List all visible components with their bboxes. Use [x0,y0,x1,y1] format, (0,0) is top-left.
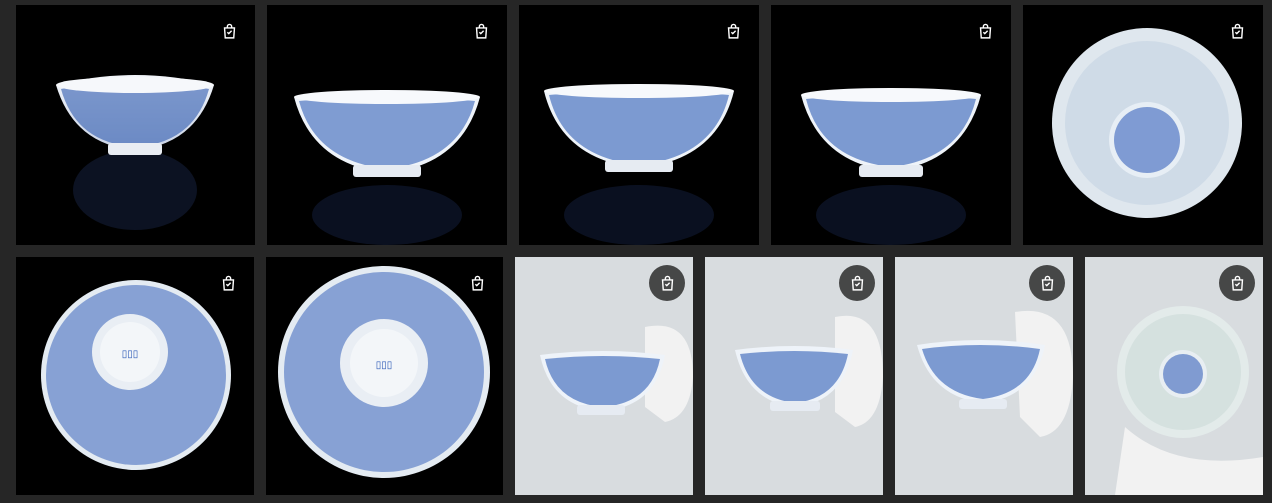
add-to-bag-button[interactable] [469,19,493,43]
bowl-photo: ▯▯▯ [41,280,231,470]
shopping-bag-icon [1041,275,1053,291]
shopping-bag-icon [979,23,991,39]
shopping-bag-icon [471,275,483,291]
add-to-bag-button[interactable] [1029,265,1065,301]
add-to-bag-button[interactable] [217,19,241,43]
gallery-tile[interactable] [705,257,883,495]
gallery-tile[interactable] [1023,5,1263,245]
gallery-tile[interactable] [895,257,1073,495]
add-to-bag-button[interactable] [839,265,875,301]
svg-text:▯▯▯: ▯▯▯ [376,360,393,371]
shopping-bag-icon [661,275,673,291]
add-to-bag-button[interactable] [649,265,685,301]
shopping-bag-icon [1231,23,1243,39]
shopping-bag-icon [851,275,863,291]
gallery-tile[interactable] [1085,257,1263,495]
add-to-bag-button[interactable] [216,271,240,295]
add-to-bag-button[interactable] [1225,19,1249,43]
add-to-bag-button[interactable] [721,19,745,43]
bowl-photo [544,84,734,245]
gallery-tile[interactable]: ▯▯▯ [266,257,503,495]
add-to-bag-button[interactable] [1219,265,1255,301]
shopping-bag-icon [1231,275,1243,291]
bowl-photo [1052,28,1242,218]
bowl-photo [294,90,480,245]
bowl-photo [801,88,981,245]
shopping-bag-icon [475,23,487,39]
svg-text:▯▯▯: ▯▯▯ [122,349,139,360]
shopping-bag-icon [727,23,739,39]
gallery-tile[interactable] [771,5,1011,245]
gallery-tile[interactable] [519,5,759,245]
gallery-tile[interactable] [515,257,693,495]
add-to-bag-button[interactable] [465,271,489,295]
shopping-bag-icon [222,275,234,291]
bowl-photo [56,75,214,230]
gallery-tile[interactable]: ▯▯▯ [16,257,254,495]
gallery-tile[interactable] [16,5,255,245]
gallery-tile[interactable] [267,5,507,245]
add-to-bag-button[interactable] [973,19,997,43]
bowl-photo: ▯▯▯ [278,266,490,478]
shopping-bag-icon [223,23,235,39]
